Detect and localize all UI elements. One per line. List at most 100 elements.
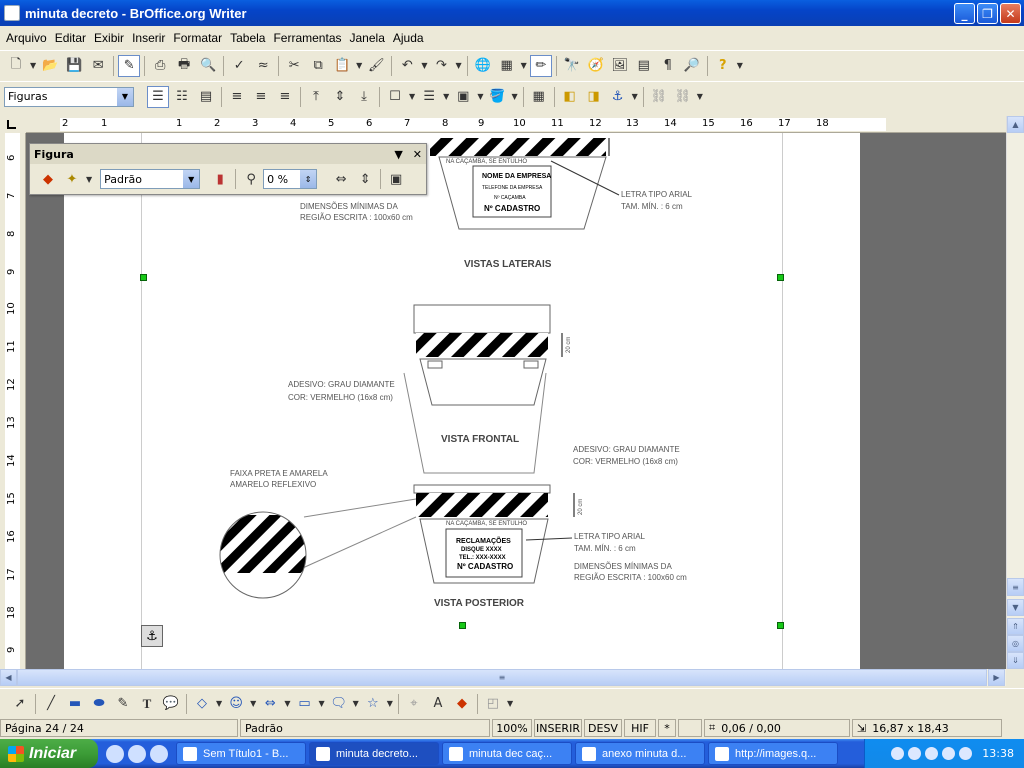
panel-close-icon[interactable]: ✕ [413, 148, 422, 161]
borders-dropdown-icon[interactable]: ▼ [409, 92, 415, 101]
callout-icon[interactable]: 💬 [160, 693, 182, 715]
print-icon[interactable]: 🖶 [173, 55, 195, 77]
select-arrow-icon[interactable]: ➚ [9, 693, 31, 715]
basic-shapes-dropdown-icon[interactable]: ▼ [216, 699, 222, 708]
menu-formatar[interactable]: Formatar [169, 31, 226, 45]
align-right-icon[interactable]: ≡ [274, 86, 296, 108]
link-frames-icon[interactable]: ⛓ [648, 86, 670, 108]
edit-mode-icon[interactable]: ✎ [118, 54, 141, 77]
cut-icon[interactable]: ✂ [283, 55, 305, 77]
close-button[interactable]: ✕ [1000, 3, 1021, 24]
start-button[interactable]: Iniciar [0, 739, 98, 768]
menu-tabela[interactable]: Tabela [226, 31, 269, 45]
horizontal-ruler[interactable]: 2 1 1 2 3 4 5 6 7 8 9 10 11 12 13 14 15 … [26, 116, 1006, 133]
table-icon[interactable]: ▦ [496, 55, 518, 77]
menu-editar[interactable]: Editar [51, 31, 90, 45]
horizontal-scrollbar[interactable]: ◀ ≡ ▶ [0, 669, 1006, 686]
insert-mode[interactable]: INSERIR [534, 719, 582, 737]
next-page-icon[interactable]: ⇓ [1007, 652, 1024, 669]
page-style[interactable]: Padrão [240, 719, 490, 737]
selection-handle[interactable] [140, 274, 147, 281]
chevron-down-icon[interactable]: ▼ [183, 170, 200, 188]
menu-janela[interactable]: Janela [346, 31, 389, 45]
clock[interactable]: 13:38 [982, 747, 1014, 760]
maximize-button[interactable]: ❐ [977, 3, 998, 24]
spinner-icon[interactable]: ⇕ [300, 170, 317, 188]
new-document-icon[interactable]: 🗋 [5, 55, 27, 77]
flip-vertical-icon[interactable]: ⇕ [354, 168, 376, 190]
unlink-frames-icon[interactable]: ⛓ [672, 86, 694, 108]
show-draw-functions-icon[interactable]: ✏ [529, 54, 552, 77]
filter-dropdown-icon[interactable]: ▼ [86, 175, 92, 184]
selection-mode[interactable]: DESV [584, 719, 622, 737]
navigator-icon[interactable]: 🧭 [585, 55, 607, 77]
task-button[interactable]: Sem Título1 - B... [176, 742, 306, 765]
undo-dropdown-icon[interactable]: ▼ [421, 61, 427, 70]
rectangle-icon[interactable]: ▬ [64, 693, 86, 715]
update-icon[interactable] [959, 747, 973, 760]
border-color-dropdown-icon[interactable]: ▼ [477, 92, 483, 101]
graphics-filter-icon[interactable]: ◆ [37, 168, 59, 190]
open-icon[interactable]: 📂 [39, 55, 61, 77]
style-combo[interactable]: Figuras ▼ [4, 86, 134, 107]
stars-dropdown-icon[interactable]: ▼ [387, 699, 393, 708]
network-icon[interactable] [891, 747, 905, 760]
text-icon[interactable]: T [136, 693, 158, 715]
redo-icon[interactable]: ↷ [430, 55, 452, 77]
stars-icon[interactable]: ☆ [362, 693, 384, 715]
zoom-icon[interactable]: 🔎 [681, 55, 703, 77]
anchor-icon[interactable]: ⚓ [141, 625, 163, 647]
menu-exibir[interactable]: Exibir [90, 31, 128, 45]
graphics-mode-combo[interactable]: Padrão ▼ [100, 169, 201, 189]
document-page[interactable]: NA CAÇAMBA, SE ENTULHO NOME DA EMPRESA T… [64, 133, 860, 669]
tab-stop-selector[interactable] [0, 116, 26, 133]
copy-icon[interactable]: ⧉ [307, 55, 329, 77]
menu-ajuda[interactable]: Ajuda [389, 31, 428, 45]
symbol-dropdown-icon[interactable]: ▼ [250, 699, 256, 708]
task-button[interactable]: minuta decreto... [309, 742, 439, 765]
task-button[interactable]: anexo minuta d... [575, 742, 705, 765]
selection-handle[interactable] [777, 622, 784, 629]
technical-drawing[interactable]: NA CAÇAMBA, SE ENTULHO NOME DA EMPRESA T… [64, 133, 860, 669]
vertical-ruler[interactable]: 6 7 8 9 10 11 12 13 14 15 16 17 18 9 [0, 133, 26, 669]
line-style-dropdown-icon[interactable]: ▼ [443, 92, 449, 101]
digital-signature[interactable] [678, 719, 702, 737]
scroll-thumb[interactable]: ≡ [1007, 578, 1024, 596]
menu-ferramentas[interactable]: Ferramentas [269, 31, 345, 45]
line-icon[interactable]: ╱ [40, 693, 62, 715]
flip-horizontal-icon[interactable]: ⇔ [330, 168, 352, 190]
from-file-icon[interactable]: ◆ [451, 693, 473, 715]
zoom-level[interactable]: 100% [492, 719, 532, 737]
line-style-icon[interactable]: ☰ [418, 86, 440, 108]
figure-toolbar[interactable]: Figura ▼ ✕ ◆ ✦ ▼ Padrão ▼ ▮ ⚲ 0 % ⇕ ⇔ ⇕ ▣ [29, 143, 427, 195]
drawbar-options-icon[interactable]: ▼ [507, 699, 513, 708]
ellipse-icon[interactable]: ⬬ [88, 693, 110, 715]
transparency-icon[interactable]: ⚲ [240, 168, 262, 190]
scroll-left-icon[interactable]: ◀ [0, 669, 17, 686]
color-icon[interactable]: ▮ [209, 168, 231, 190]
filter-wand-icon[interactable]: ✦ [61, 168, 83, 190]
panel-menu-icon[interactable]: ▼ [394, 148, 402, 161]
align-left-icon[interactable]: ≡ [226, 86, 248, 108]
callouts-icon[interactable]: 🗨 [328, 693, 350, 715]
anchor-icon[interactable]: ⚓ [607, 86, 629, 108]
find-replace-icon[interactable]: 🔭 [561, 55, 583, 77]
menu-arquivo[interactable]: Arquivo [2, 31, 51, 45]
anchor-dropdown-icon[interactable]: ▼ [632, 92, 638, 101]
extrusion-icon[interactable]: ◰ [482, 693, 504, 715]
table-dropdown-icon[interactable]: ▼ [521, 61, 527, 70]
export-pdf-icon[interactable]: ⎙ [149, 55, 171, 77]
undo-icon[interactable]: ↶ [396, 55, 418, 77]
fontwork-icon[interactable]: A [427, 693, 449, 715]
firefox-icon[interactable] [128, 744, 146, 763]
antivirus-icon[interactable] [942, 747, 956, 760]
menu-inserir[interactable]: Inserir [128, 31, 169, 45]
selection-handle[interactable] [459, 622, 466, 629]
frame-properties-icon[interactable]: ▦ [528, 86, 550, 108]
bring-to-front-icon[interactable]: ◧ [559, 86, 581, 108]
data-sources-icon[interactable]: ▤ [633, 55, 655, 77]
save-icon[interactable]: 💾 [63, 55, 85, 77]
formatting-marks-icon[interactable]: ¶ [657, 55, 679, 77]
frame-properties-icon[interactable]: ▣ [385, 168, 407, 190]
wrap-page-icon[interactable]: ☷ [171, 86, 193, 108]
